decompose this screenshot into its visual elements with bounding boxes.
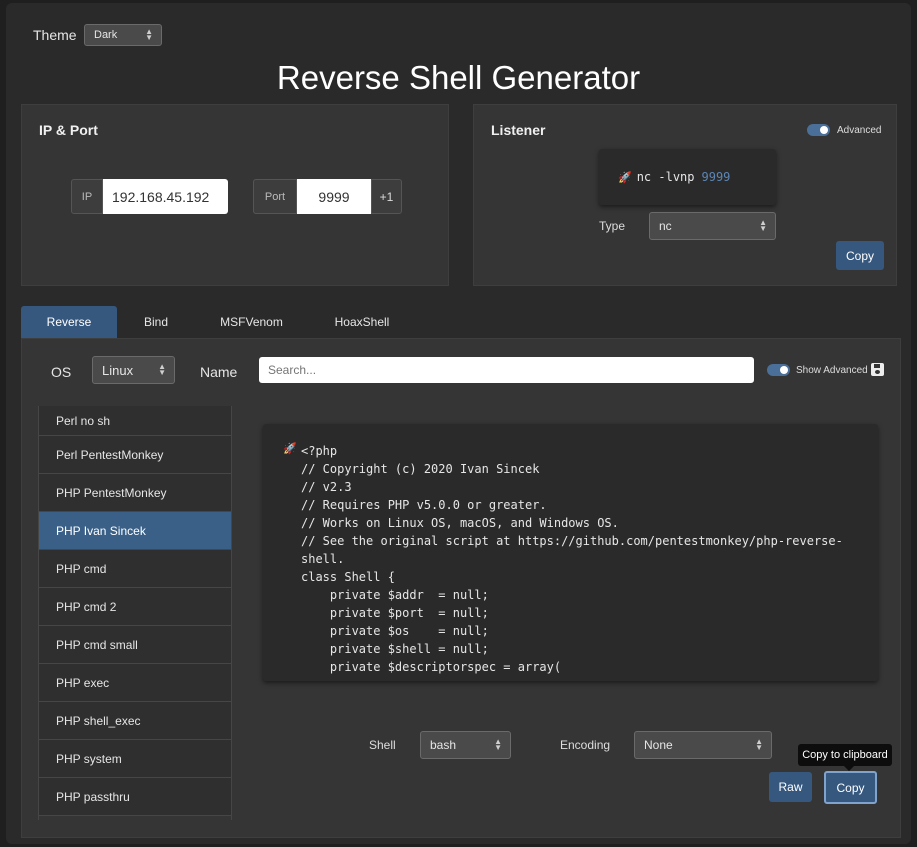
list-item[interactable]: PHP cmd small [39,626,231,664]
code-box: 🚀 <?php // Copyright (c) 2020 Ivan Since… [263,424,878,681]
search-input[interactable] [259,357,754,383]
listener-type-value: nc [659,219,672,233]
tab-bind[interactable]: Bind [117,306,195,338]
theme-select-value: Dark [94,29,118,41]
tooltip-arrow [844,766,854,771]
code-line: // Requires PHP v5.0.0 or greater. [301,498,547,512]
theme-label: Theme [33,27,77,43]
list-item[interactable]: PHP cmd [39,550,231,588]
ip-label: IP [71,179,103,214]
port-increment-button[interactable]: +1 [371,179,402,214]
listener-panel: Listener Advanced 🚀 nc -lvnp 9999 Type n… [473,104,897,286]
listener-type-label: Type [599,219,626,233]
ip-input[interactable]: 192.168.45.192 [103,179,228,214]
code-line: // Works on Linux OS, macOS, and Windows… [301,516,619,530]
encoding-select-value: None [644,738,673,752]
show-advanced-label: Show Advanced [796,365,868,376]
listener-port: 9999 [701,170,731,184]
name-label: Name [200,364,238,380]
theme-select[interactable]: Dark ▲ ▼ [84,24,162,46]
tab-hoaxshell[interactable]: HoaxShell [308,306,416,338]
select-arrows-icon: ▲ ▼ [494,737,502,752]
code-line: shell. [301,552,345,566]
list-item-active[interactable]: PHP Ivan Sincek [39,512,231,550]
port-label: Port [253,179,297,214]
shell-label: Shell [369,738,396,752]
main-panel: OS Linux ▲▼ Name Show Advanced Perl no s… [21,338,901,838]
port-input[interactable]: 9999 [297,179,371,214]
list-item[interactable]: PHP shell_exec [39,702,231,740]
code-line: private $shell = null; [301,642,489,656]
shell-select[interactable]: bash ▲ ▼ [420,731,511,759]
select-arrows-icon: ▲ ▼ [158,362,166,377]
advanced-toggle[interactable] [807,124,830,136]
encoding-select[interactable]: None ▲ ▼ [634,731,772,759]
list-item[interactable]: Perl PentestMonkey [39,436,231,474]
code-line: private $descriptorspec = array( [301,660,562,674]
list-item[interactable]: PHP PentestMonkey [39,474,231,512]
listener-command: nc -lvnp [636,170,695,184]
listener-command-box: 🚀 nc -lvnp 9999 [599,149,776,205]
listener-type-select[interactable]: nc ▲ ▼ [649,212,776,240]
list-item[interactable]: Perl no sh [39,406,231,436]
code-line: // v2.3 [301,480,352,494]
ip-port-panel: IP & Port IP 192.168.45.192 Port 9999 +1 [21,104,449,286]
rocket-icon: 🚀 [618,171,632,184]
os-select[interactable]: Linux ▲ ▼ [92,356,175,384]
listener-copy-button[interactable]: Copy [836,241,884,270]
tab-msfvenom[interactable]: MSFVenom [195,306,308,338]
ip-port-heading: IP & Port [39,122,98,138]
select-arrows-icon: ▲ ▼ [145,27,153,42]
select-arrows-icon: ▲ ▼ [755,737,763,752]
shell-list: Perl no sh Perl PentestMonkey PHP Pentes… [38,406,232,820]
code-line: <?php [301,444,338,458]
raw-button[interactable]: Raw [769,772,812,802]
encoding-label: Encoding [560,738,611,752]
list-item[interactable]: PHP cmd 2 [39,588,231,626]
list-item[interactable]: PHP exec [39,664,231,702]
select-arrows-icon: ▲ ▼ [759,218,767,233]
save-icon[interactable] [871,363,884,376]
code-line: private $addr = null; [301,588,489,602]
rocket-icon: 🚀 [283,442,297,455]
show-advanced-toggle[interactable] [767,364,790,376]
code-line: private $port = null; [301,606,489,620]
code-line: // See the original script at https://gi… [301,534,843,548]
os-select-value: Linux [102,362,134,378]
tab-reverse[interactable]: Reverse [21,306,117,338]
code-line: class Shell { [301,570,395,584]
list-item[interactable]: PHP system [39,740,231,778]
shell-select-value: bash [430,738,457,752]
listener-heading: Listener [491,122,546,138]
copy-tooltip: Copy to clipboard [798,744,892,766]
page-title: Reverse Shell Generator [276,59,641,96]
copy-button[interactable]: Copy [824,771,877,804]
advanced-label: Advanced [837,125,882,136]
code-line: private $os = null; [301,624,489,638]
code-line: // Copyright (c) 2020 Ivan Sincek [301,462,540,476]
os-label: OS [51,364,72,380]
list-item[interactable]: PHP passthru [39,778,231,816]
